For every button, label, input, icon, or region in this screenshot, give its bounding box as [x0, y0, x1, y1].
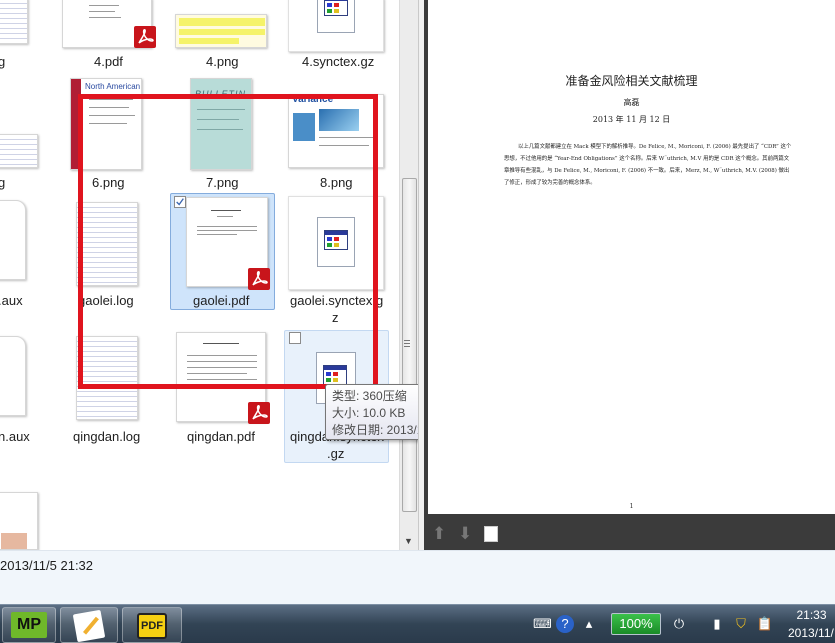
- pdf-page: 准备金风险相关文献梳理 高磊 2013 年 11 月 12 日 以上几篇文献都建…: [428, 0, 835, 514]
- pdf-icon: [134, 26, 156, 48]
- file-name: g: [0, 175, 6, 190]
- file-thumbnail: [0, 200, 26, 280]
- file-name: .aux: [0, 293, 23, 308]
- document-title: 准备金风险相关文献梳理: [565, 74, 698, 88]
- tooltip-type: 类型: 360压缩: [332, 389, 407, 403]
- notepad-pencil-icon: [72, 609, 106, 643]
- preview-pane: 准备金风险相关文献梳理 高磊 2013 年 11 月 12 日 以上几篇文献都建…: [424, 0, 835, 550]
- file-name: qingdan.log: [73, 429, 141, 444]
- pdf-icon: [248, 402, 270, 424]
- scroll-down-arrow-icon[interactable]: ▼: [404, 536, 413, 546]
- file-thumbnail: [175, 14, 267, 48]
- status-modified-date: 2013/11/5 21:32: [0, 558, 94, 573]
- details-status-bar: 2013/11/5 21:32: [0, 550, 835, 604]
- windows-taskbar: MP PDF ⌨ ? ▴ 100% ⏻ ▮ ⛉ 📋 21:33 2013/11/: [0, 604, 835, 643]
- tooltip-size: 大小: 10.0 KB: [332, 406, 406, 420]
- file-explorer-pane: g 4.pdf 4.png 4.synctex.gz g North Ameri…: [0, 0, 418, 550]
- file-name: 4.png: [206, 54, 239, 69]
- network-icon[interactable]: ▮: [708, 615, 726, 633]
- help-icon[interactable]: ?: [556, 615, 574, 633]
- vertical-scrollbar[interactable]: ▼: [399, 0, 418, 550]
- document-body: 以上几篇文献都建立在 Mack 模型下的解析推导。De Felice, M., …: [504, 144, 792, 186]
- power-plug-icon[interactable]: ⏻: [670, 615, 688, 633]
- clipboard-icon[interactable]: 📋: [756, 615, 774, 633]
- file-name: 4.synctex.gz: [302, 54, 375, 69]
- taskbar-clock-time[interactable]: 21:33: [788, 608, 835, 622]
- scrollbar-grip-icon: [404, 340, 410, 348]
- file-thumbnail: [0, 0, 28, 44]
- file-name: 4.pdf: [94, 54, 123, 69]
- document-date: 2013 年 11 月 12 日: [592, 115, 671, 124]
- next-page-arrow-icon[interactable]: ⬇: [458, 524, 472, 544]
- pdf-app-icon: PDF: [137, 613, 167, 639]
- action-center-icon[interactable]: ▴: [580, 615, 598, 633]
- page-view-icon[interactable]: [484, 526, 498, 542]
- tooltip-modified: 修改日期: 2013/11/4 18:38: [332, 423, 418, 437]
- file-thumbnail: [0, 492, 38, 550]
- taskbar-app-mp[interactable]: MP: [2, 607, 56, 643]
- mp-app-icon: MP: [11, 612, 47, 638]
- file-thumbnail: [0, 134, 38, 168]
- taskbar-app-pdf[interactable]: PDF: [122, 607, 182, 643]
- file-thumbnail: [0, 336, 26, 416]
- file-name-line2: .gz: [327, 446, 345, 461]
- file-name: qingdan.pdf: [187, 429, 255, 444]
- file-name: g: [0, 54, 6, 69]
- file-info-tooltip: 类型: 360压缩 大小: 10.0 KB 修改日期: 2013/11/4 18…: [325, 384, 418, 440]
- battery-indicator[interactable]: 100%: [611, 613, 661, 635]
- previous-page-arrow-icon[interactable]: ⬆: [432, 524, 446, 544]
- file-thumbnail: [288, 0, 384, 52]
- file-name: n.aux: [0, 429, 30, 444]
- highlight-rectangle: [78, 94, 378, 389]
- taskbar-app-notepad[interactable]: [60, 607, 118, 643]
- preview-toolbar: ⬆ ⬇: [428, 516, 835, 550]
- taskbar-clock-date[interactable]: 2013/11/: [788, 626, 835, 640]
- keyboard-icon[interactable]: ⌨: [533, 615, 552, 633]
- security-shield-icon[interactable]: ⛉: [732, 615, 750, 633]
- document-author: 高磊: [623, 98, 640, 107]
- page-number: 1: [629, 503, 634, 510]
